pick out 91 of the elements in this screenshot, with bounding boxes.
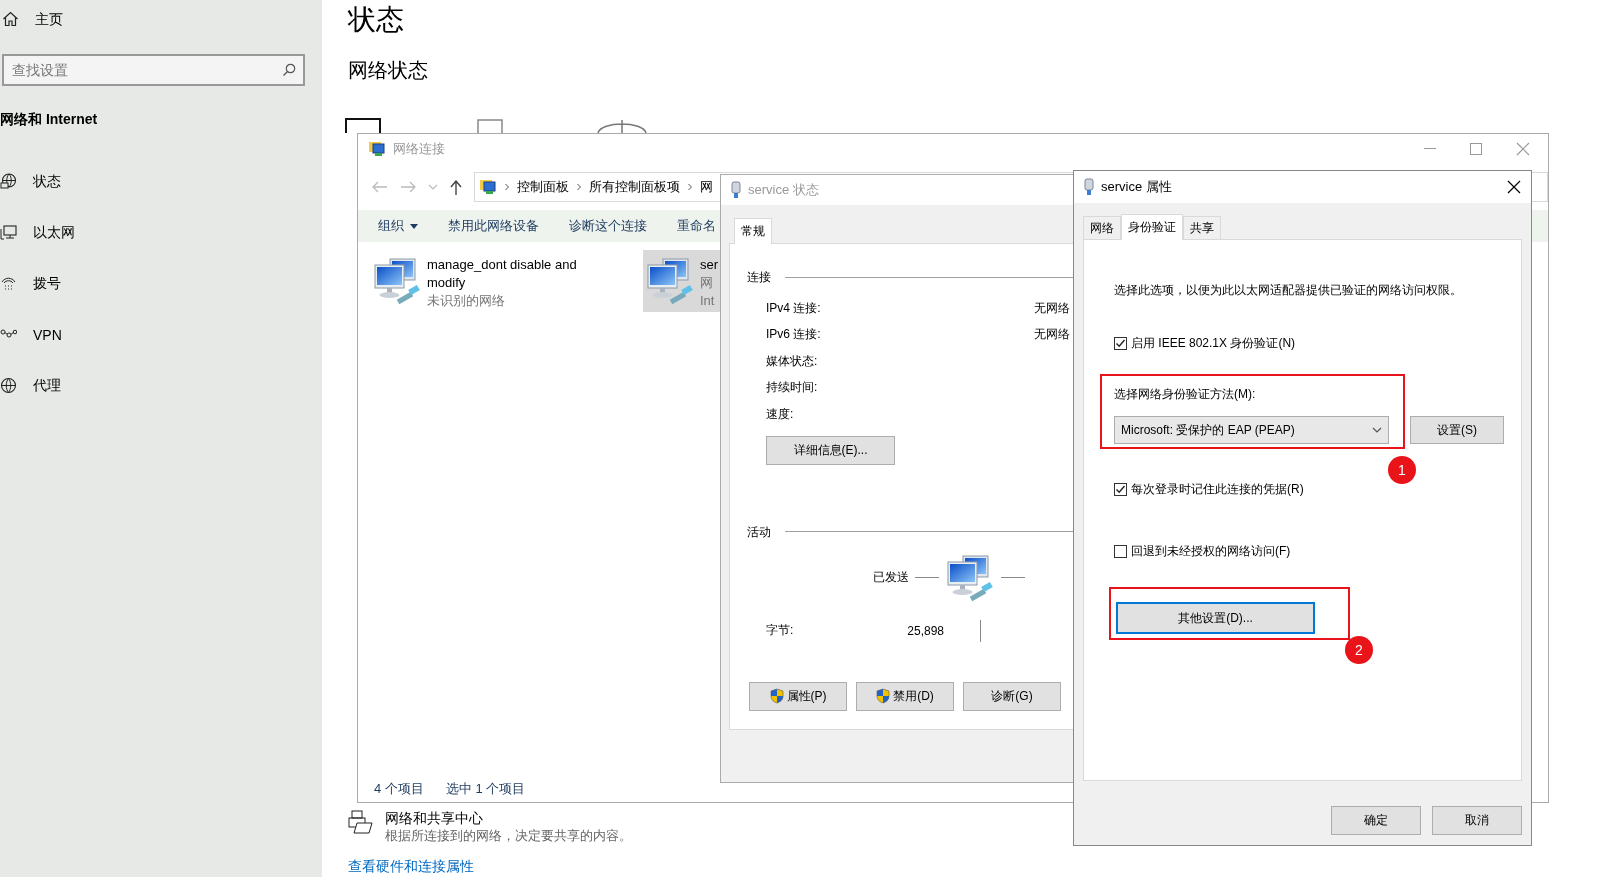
nav-link[interactable]: 主页 bbox=[35, 11, 63, 29]
monitor-icon bbox=[0, 224, 17, 241]
toolbar-button[interactable]: 诊断这个连接 bbox=[569, 217, 647, 235]
caret-icon bbox=[410, 223, 418, 229]
checkbox-label: 启用 IEEE 802.1X 身份验证(N) bbox=[1131, 334, 1296, 352]
minimize-icon[interactable] bbox=[1424, 148, 1436, 150]
chevron-right-icon bbox=[504, 183, 510, 191]
link-title[interactable]: 网络和共享中心 bbox=[385, 809, 632, 827]
checkbox[interactable] bbox=[1114, 544, 1127, 558]
group-heading: 活动 bbox=[747, 523, 771, 541]
field-label: IPv6 连接: bbox=[766, 326, 822, 344]
window-title: service 属性 bbox=[1101, 178, 1173, 196]
window-title: 网络连接 bbox=[393, 140, 446, 158]
dialog-button[interactable]: 禁用(D) bbox=[856, 681, 954, 711]
network-computer-icon bbox=[945, 552, 995, 603]
adapter-name: ser bbox=[700, 256, 719, 274]
nav-item[interactable]: 拨号 bbox=[33, 274, 61, 293]
network-adapter-icon bbox=[1084, 178, 1094, 196]
breadcrumb-item[interactable]: 网 bbox=[700, 178, 713, 196]
status-text: 4 个项目 bbox=[374, 780, 424, 798]
description-text: 选择此选项，以便为此以太网适配器提供已验证的网络访问权限。 bbox=[1114, 282, 1462, 299]
menu-button[interactable]: 组织 bbox=[378, 217, 418, 235]
nav-item[interactable]: VPN bbox=[33, 326, 62, 343]
dialog-button[interactable]: 诊断(G) bbox=[963, 681, 1061, 711]
field-label: 速度: bbox=[766, 405, 795, 423]
network-adapter-item[interactable]: manage_dont disable and modify 未识别的网络 bbox=[370, 250, 643, 312]
close-icon[interactable] bbox=[1507, 180, 1521, 194]
network-computer-icon bbox=[645, 256, 695, 306]
tab[interactable]: 网络 bbox=[1083, 216, 1121, 240]
chevron-down-icon bbox=[1372, 427, 1382, 433]
globe-icon bbox=[0, 377, 17, 394]
settings-button[interactable]: 设置(S) bbox=[1410, 416, 1504, 444]
search-field[interactable]: 查找设置 bbox=[2, 54, 305, 86]
adapter-device: Int bbox=[700, 292, 715, 310]
field-value: 无网络 bbox=[1034, 299, 1070, 317]
chevron-right-icon bbox=[576, 183, 582, 191]
link[interactable]: 查看硬件和连接属性 bbox=[348, 857, 1604, 875]
details-button[interactable]: 详细信息(E)... bbox=[766, 435, 895, 465]
breadcrumb-item[interactable]: 控制面板 bbox=[517, 178, 569, 196]
chevron-down-icon bbox=[428, 184, 438, 190]
nav-item[interactable]: 代理 bbox=[33, 376, 61, 395]
shield-icon bbox=[876, 688, 891, 704]
search-icon bbox=[282, 63, 296, 77]
dialog-button[interactable]: 属性(P) bbox=[749, 681, 847, 711]
network-computer-icon bbox=[372, 256, 422, 306]
nav-item[interactable]: 状态 bbox=[33, 172, 61, 191]
adapter-status: 未识别的网络 bbox=[427, 292, 505, 310]
sharing-center-icon bbox=[348, 809, 374, 835]
field-value: 25,898 bbox=[906, 623, 944, 638]
field-label: 选择网络身份验证方法(M): bbox=[1114, 386, 1257, 403]
maximize-icon[interactable] bbox=[1470, 143, 1482, 155]
checkbox[interactable] bbox=[1114, 336, 1127, 350]
tab[interactable]: 身份验证 bbox=[1121, 214, 1183, 240]
network-adapter-icon bbox=[731, 181, 741, 199]
adapter-name: manage_dont disable and modify bbox=[427, 256, 578, 292]
home-icon bbox=[2, 10, 19, 27]
control-panel-icon bbox=[479, 178, 497, 196]
breadcrumb-item[interactable]: 所有控制面板项 bbox=[589, 178, 680, 196]
additional-settings-button[interactable]: 其他设置(D)... bbox=[1116, 602, 1315, 634]
phone-icon bbox=[0, 275, 17, 292]
field-label: 持续时间: bbox=[766, 379, 819, 397]
page-title: 状态 bbox=[348, 3, 405, 37]
dropdown[interactable]: Microsoft: 受保护的 EAP (PEAP) bbox=[1114, 416, 1389, 444]
checkbox[interactable] bbox=[1114, 482, 1127, 496]
shield-icon bbox=[769, 688, 784, 704]
annotation-badge: 2 bbox=[1345, 636, 1373, 664]
section-heading: 网络状态 bbox=[348, 58, 429, 83]
link-description: 根据所连接到的网络，决定要共享的内容。 bbox=[385, 827, 632, 845]
tab[interactable]: 常规 bbox=[734, 218, 772, 244]
column-label: 已发送 bbox=[873, 569, 909, 586]
adapter-status: 网 bbox=[700, 274, 713, 292]
nav-item[interactable]: 以太网 bbox=[33, 223, 75, 242]
section-title: 网络和 Internet bbox=[0, 110, 99, 128]
checkbox-label: 回退到未经授权的网络访问(F) bbox=[1131, 542, 1291, 560]
window-title: service 状态 bbox=[748, 181, 819, 199]
toolbar-button[interactable]: 重命名 bbox=[677, 217, 716, 235]
field-label: 媒体状态: bbox=[766, 352, 819, 370]
up-icon[interactable] bbox=[450, 179, 462, 195]
control-panel-icon bbox=[368, 140, 386, 158]
dialog-button[interactable]: 取消 bbox=[1432, 806, 1522, 835]
checkbox-label: 每次登录时记住此连接的凭据(R) bbox=[1131, 480, 1304, 498]
annotation-badge: 1 bbox=[1388, 456, 1416, 484]
toolbar-button[interactable]: 禁用此网络设备 bbox=[448, 217, 539, 235]
status-text: 选中 1 个项目 bbox=[445, 780, 526, 798]
field-value: 无网络 bbox=[1034, 326, 1070, 344]
field-label: IPv4 连接: bbox=[766, 299, 822, 317]
field-label: 字节: bbox=[766, 622, 795, 639]
chevron-right-icon bbox=[687, 183, 693, 191]
group-heading: 连接 bbox=[747, 269, 771, 286]
dialog-button[interactable]: 确定 bbox=[1331, 806, 1421, 835]
tab[interactable]: 共享 bbox=[1183, 216, 1221, 240]
